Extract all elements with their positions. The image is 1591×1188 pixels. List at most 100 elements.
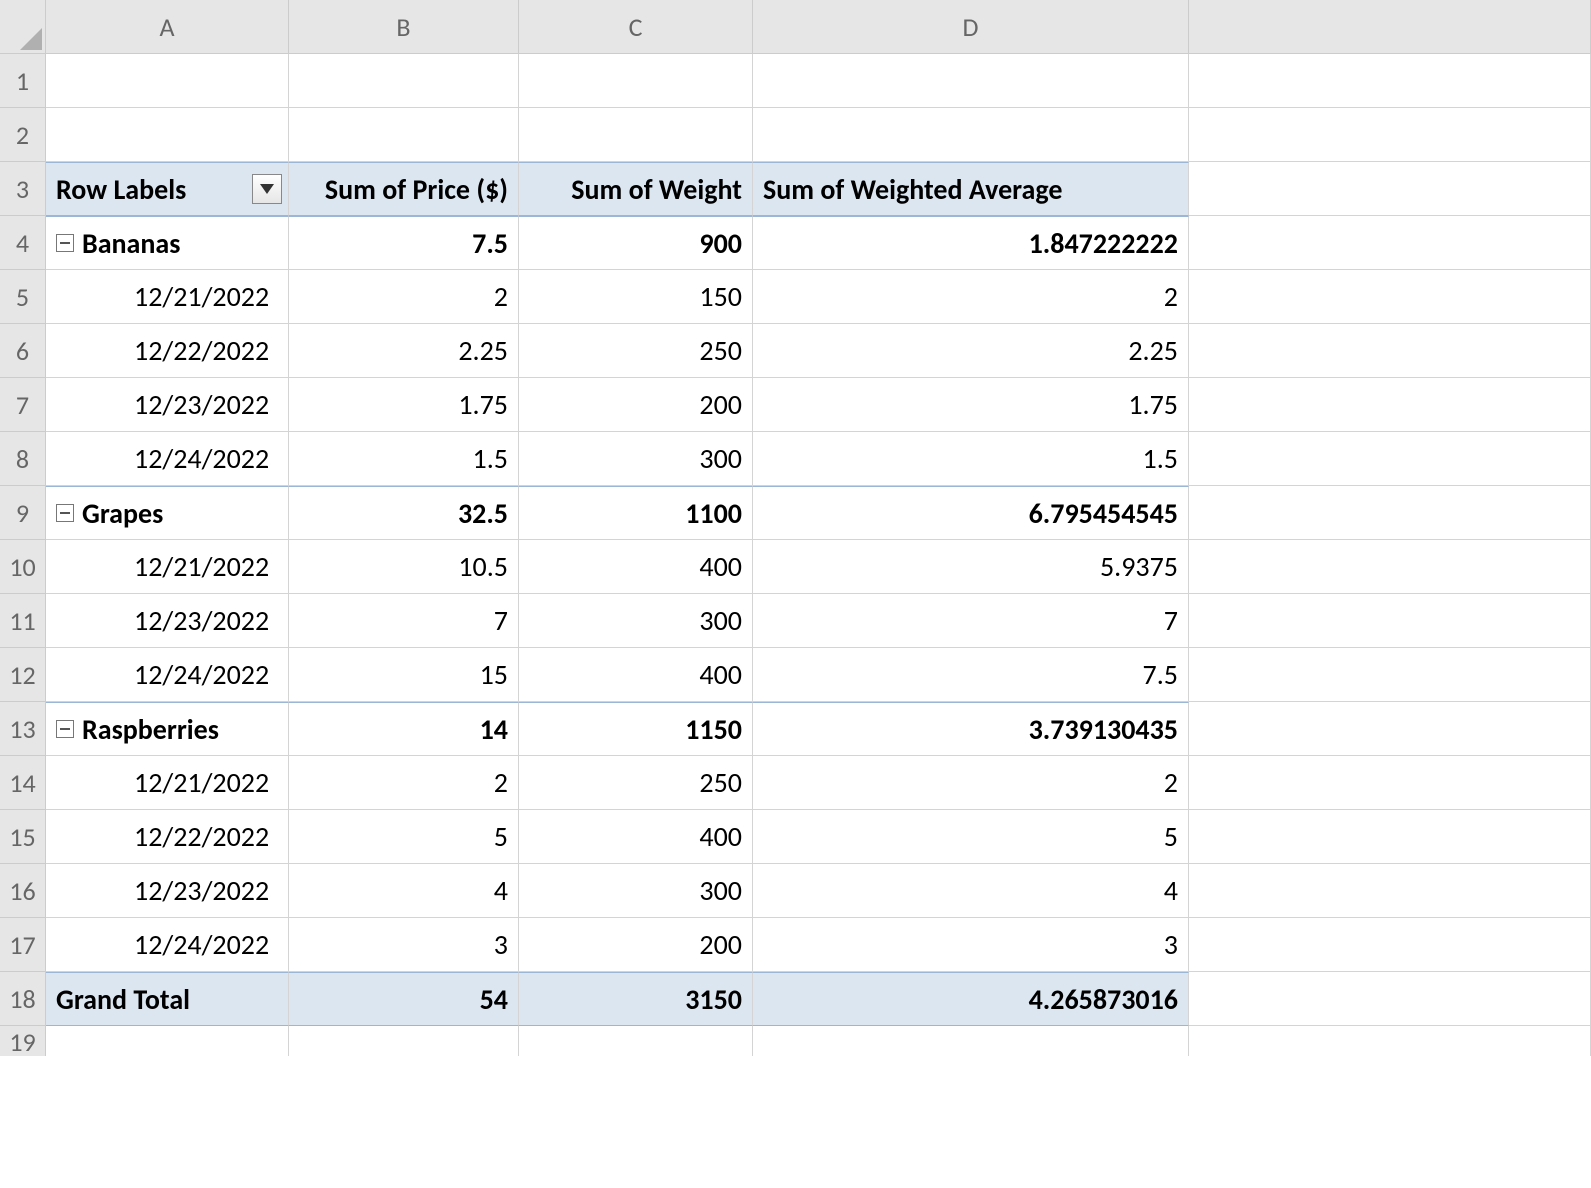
pivot-subrow-label[interactable]: 12/23/2022 — [46, 378, 289, 432]
row-header[interactable]: 12 — [0, 648, 46, 702]
pivot-subrow-wavg[interactable]: 7.5 — [753, 648, 1189, 702]
cell-b19[interactable] — [289, 1026, 519, 1056]
pivot-subrow-wavg[interactable]: 3 — [753, 918, 1189, 972]
pivot-group-wavg[interactable]: 6.795454545 — [753, 486, 1189, 540]
cell-e10[interactable] — [1189, 540, 1591, 594]
row-header[interactable]: 9 — [0, 486, 46, 540]
pivot-grandtotal-label[interactable]: Grand Total — [46, 972, 289, 1026]
row-header[interactable]: 2 — [0, 108, 46, 162]
row-header[interactable]: 6 — [0, 324, 46, 378]
cell-e11[interactable] — [1189, 594, 1591, 648]
filter-dropdown-button[interactable] — [252, 174, 282, 204]
pivot-subrow-label[interactable]: 12/22/2022 — [46, 324, 289, 378]
cell-e15[interactable] — [1189, 810, 1591, 864]
cell-a2[interactable] — [46, 108, 289, 162]
pivot-subrow-price[interactable]: 3 — [289, 918, 519, 972]
pivot-subrow-label[interactable]: 12/23/2022 — [46, 594, 289, 648]
row-header[interactable]: 16 — [0, 864, 46, 918]
cell-e18[interactable] — [1189, 972, 1591, 1026]
pivot-grandtotal-wavg[interactable]: 4.265873016 — [753, 972, 1189, 1026]
row-header[interactable]: 14 — [0, 756, 46, 810]
pivot-subrow-label[interactable]: 12/24/2022 — [46, 432, 289, 486]
pivot-subrow-weight[interactable]: 300 — [519, 432, 753, 486]
pivot-subrow-price[interactable]: 1.5 — [289, 432, 519, 486]
cell-e5[interactable] — [1189, 270, 1591, 324]
pivot-subrow-wavg[interactable]: 2.25 — [753, 324, 1189, 378]
pivot-subrow-price[interactable]: 10.5 — [289, 540, 519, 594]
cell-e1[interactable] — [1189, 54, 1591, 108]
cell-e7[interactable] — [1189, 378, 1591, 432]
pivot-subrow-weight[interactable]: 250 — [519, 324, 753, 378]
collapse-icon[interactable] — [56, 234, 74, 252]
pivot-group-weight[interactable]: 900 — [519, 216, 753, 270]
cell-e16[interactable] — [1189, 864, 1591, 918]
row-header[interactable]: 18 — [0, 972, 46, 1026]
cell-e9[interactable] — [1189, 486, 1591, 540]
pivot-subrow-weight[interactable]: 400 — [519, 810, 753, 864]
pivot-weight-header[interactable]: Sum of Weight — [519, 162, 753, 216]
pivot-subrow-label[interactable]: 12/24/2022 — [46, 648, 289, 702]
col-header-d[interactable]: D — [753, 0, 1189, 54]
collapse-icon[interactable] — [56, 720, 74, 738]
select-all-corner[interactable] — [0, 0, 46, 54]
row-header[interactable]: 4 — [0, 216, 46, 270]
pivot-subrow-price[interactable]: 4 — [289, 864, 519, 918]
cell-c19[interactable] — [519, 1026, 753, 1056]
row-header[interactable]: 8 — [0, 432, 46, 486]
cell-c2[interactable] — [519, 108, 753, 162]
cell-a1[interactable] — [46, 54, 289, 108]
pivot-group-label[interactable]: Raspberries — [46, 702, 289, 756]
cell-b2[interactable] — [289, 108, 519, 162]
col-header-a[interactable]: A — [46, 0, 289, 54]
pivot-subrow-wavg[interactable]: 5 — [753, 810, 1189, 864]
pivot-subrow-label[interactable]: 12/23/2022 — [46, 864, 289, 918]
row-header[interactable]: 10 — [0, 540, 46, 594]
pivot-group-weight[interactable]: 1100 — [519, 486, 753, 540]
row-header[interactable]: 13 — [0, 702, 46, 756]
pivot-subrow-price[interactable]: 5 — [289, 810, 519, 864]
pivot-subrow-weight[interactable]: 400 — [519, 540, 753, 594]
pivot-subrow-label[interactable]: 12/21/2022 — [46, 270, 289, 324]
row-header[interactable]: 15 — [0, 810, 46, 864]
cell-c1[interactable] — [519, 54, 753, 108]
pivot-subrow-weight[interactable]: 150 — [519, 270, 753, 324]
pivot-subrow-wavg[interactable]: 5.9375 — [753, 540, 1189, 594]
cell-d19[interactable] — [753, 1026, 1189, 1056]
pivot-subrow-weight[interactable]: 400 — [519, 648, 753, 702]
pivot-subrow-price[interactable]: 2.25 — [289, 324, 519, 378]
pivot-wavg-header[interactable]: Sum of Weighted Average — [753, 162, 1189, 216]
row-header[interactable]: 7 — [0, 378, 46, 432]
row-header[interactable]: 1 — [0, 54, 46, 108]
pivot-subrow-weight[interactable]: 200 — [519, 918, 753, 972]
pivot-subrow-price[interactable]: 2 — [289, 756, 519, 810]
pivot-subrow-wavg[interactable]: 1.75 — [753, 378, 1189, 432]
cell-e12[interactable] — [1189, 648, 1591, 702]
pivot-group-label[interactable]: Bananas — [46, 216, 289, 270]
pivot-group-weight[interactable]: 1150 — [519, 702, 753, 756]
pivot-group-price[interactable]: 7.5 — [289, 216, 519, 270]
pivot-subrow-price[interactable]: 15 — [289, 648, 519, 702]
pivot-subrow-price[interactable]: 1.75 — [289, 378, 519, 432]
cell-e14[interactable] — [1189, 756, 1591, 810]
cell-e13[interactable] — [1189, 702, 1591, 756]
cell-a19[interactable] — [46, 1026, 289, 1056]
cell-b1[interactable] — [289, 54, 519, 108]
cell-e8[interactable] — [1189, 432, 1591, 486]
row-header[interactable]: 5 — [0, 270, 46, 324]
row-header[interactable]: 17 — [0, 918, 46, 972]
spreadsheet-grid[interactable]: A B C D 1 2 3 Row Labels Sum of Price ($… — [0, 0, 1591, 1026]
pivot-subrow-wavg[interactable]: 7 — [753, 594, 1189, 648]
collapse-icon[interactable] — [56, 504, 74, 522]
pivot-subrow-wavg[interactable]: 2 — [753, 756, 1189, 810]
pivot-group-wavg[interactable]: 1.847222222 — [753, 216, 1189, 270]
pivot-subrow-wavg[interactable]: 1.5 — [753, 432, 1189, 486]
pivot-subrow-weight[interactable]: 300 — [519, 594, 753, 648]
col-header-c[interactable]: C — [519, 0, 753, 54]
pivot-rowlabels-header[interactable]: Row Labels — [46, 162, 289, 216]
pivot-subrow-price[interactable]: 2 — [289, 270, 519, 324]
cell-d2[interactable] — [753, 108, 1189, 162]
cell-d1[interactable] — [753, 54, 1189, 108]
pivot-grandtotal-price[interactable]: 54 — [289, 972, 519, 1026]
pivot-price-header[interactable]: Sum of Price ($) — [289, 162, 519, 216]
pivot-group-label[interactable]: Grapes — [46, 486, 289, 540]
